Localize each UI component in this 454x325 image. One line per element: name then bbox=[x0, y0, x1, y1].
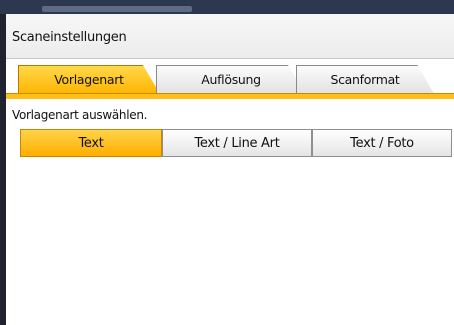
tab-underline bbox=[6, 93, 454, 99]
scan-settings-panel: Scaneinstellungen Vorlagenart Auflösung … bbox=[6, 14, 454, 325]
top-strip-highlight bbox=[42, 6, 192, 12]
tab-vorlagenart[interactable]: Vorlagenart bbox=[18, 65, 160, 94]
tab-scanformat[interactable]: Scanformat bbox=[296, 65, 434, 94]
tab-bar: Vorlagenart Auflösung Scanformat bbox=[6, 59, 454, 99]
option-text-foto-button[interactable]: Text / Foto bbox=[312, 129, 452, 157]
instruction-text: Vorlagenart auswählen. bbox=[12, 108, 148, 122]
top-status-strip bbox=[0, 0, 454, 14]
screen: Scaneinstellungen Vorlagenart Auflösung … bbox=[0, 0, 454, 325]
title-bar: Scaneinstellungen bbox=[6, 14, 454, 59]
option-text-button[interactable]: Text bbox=[20, 129, 162, 157]
tab-aufloesung[interactable]: Auflösung bbox=[156, 65, 306, 94]
option-text-line-art-button[interactable]: Text / Line Art bbox=[162, 129, 312, 157]
window-title: Scaneinstellungen bbox=[12, 30, 127, 45]
